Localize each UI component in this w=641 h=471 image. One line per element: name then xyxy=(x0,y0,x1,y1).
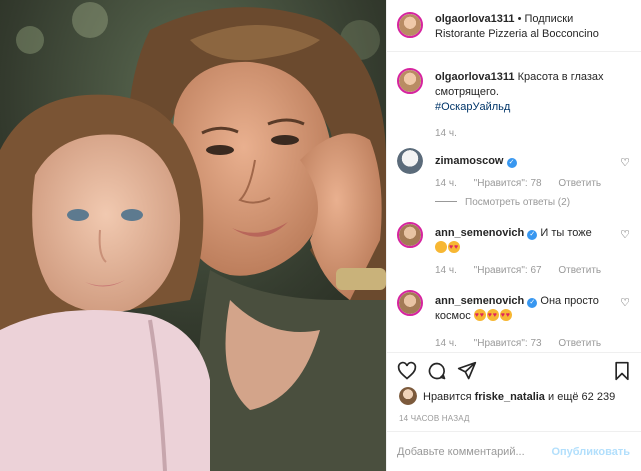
verified-badge-icon: ✓ xyxy=(527,298,538,308)
liker-username[interactable]: friske_natalia xyxy=(475,391,545,403)
bookmark-icon[interactable] xyxy=(612,361,632,381)
comment-avatar[interactable] xyxy=(397,148,423,174)
add-comment-bar: Опубликовать xyxy=(387,431,641,471)
comment-likes[interactable]: "Нравится": 73 xyxy=(474,338,542,349)
caption-avatar[interactable] xyxy=(397,68,423,94)
blushing-emoji-icon xyxy=(435,241,447,253)
comment-username[interactable]: ann_semenovich xyxy=(435,227,524,239)
likes-summary: Нравится friske_natalia и ещё 62 239 xyxy=(387,385,641,409)
comment-username[interactable]: zimamoscow xyxy=(435,155,503,167)
reply-button[interactable]: Ответить xyxy=(558,265,601,276)
reply-button[interactable]: Ответить xyxy=(558,178,601,189)
comment-meta: 14 ч. "Нравится": 78 Ответить xyxy=(435,178,615,189)
comment-like-heart-icon[interactable]: ♡ xyxy=(620,228,630,241)
likes-count[interactable]: и ещё 62 239 xyxy=(548,391,615,403)
post-image xyxy=(0,0,386,471)
action-bar xyxy=(387,352,641,382)
comments-list[interactable]: olgaorlova1311 Красота в глазах смотряще… xyxy=(387,52,641,352)
post-photo[interactable] xyxy=(0,0,386,471)
verified-badge-icon: ✓ xyxy=(527,230,538,240)
reply-button[interactable]: Ответить xyxy=(558,338,601,349)
comment-likes[interactable]: "Нравится": 78 xyxy=(474,178,542,189)
post-timestamp[interactable]: 14 ЧАСОВ НАЗАД xyxy=(399,414,470,423)
post-side-panel: olgaorlova1311 • Подписки Ristorante Piz… xyxy=(386,0,641,471)
comment-text: ann_semenovich ✓ И ты тоже xyxy=(435,226,615,256)
caption-username[interactable]: olgaorlova1311 xyxy=(435,71,515,83)
post-comment-button[interactable]: Опубликовать xyxy=(551,446,630,458)
follow-status[interactable]: Подписки xyxy=(524,13,573,25)
separator-dot: • xyxy=(517,13,522,25)
likes-text: Нравится friske_natalia и ещё 62 239 xyxy=(423,391,615,403)
comment-time[interactable]: 14 ч. xyxy=(435,178,457,189)
caption-hashtag[interactable]: #ОскарУайльд xyxy=(435,101,510,113)
heart-eyes-emoji-icon xyxy=(448,240,460,255)
heart-eyes-emoji-icon xyxy=(486,308,499,323)
comment-avatar[interactable] xyxy=(397,222,423,248)
comment-meta: 14 ч. "Нравится": 67 Ответить xyxy=(435,265,615,276)
comment-likes[interactable]: "Нравится": 67 xyxy=(474,265,542,276)
comment-text: ann_semenovich ✓ Она просто космос xyxy=(435,294,615,324)
author-line: olgaorlova1311 • Подписки xyxy=(435,13,573,25)
author-avatar[interactable] xyxy=(397,12,423,38)
comment-avatar[interactable] xyxy=(397,290,423,316)
comment-body: И ты тоже xyxy=(540,227,592,239)
comment-time[interactable]: 14 ч. xyxy=(435,265,457,276)
share-icon[interactable] xyxy=(457,361,477,381)
comment-text: zimamoscow ✓ xyxy=(435,154,615,169)
verified-badge-icon: ✓ xyxy=(506,158,517,168)
heart-eyes-emoji-icon xyxy=(499,308,512,323)
heart-icon[interactable] xyxy=(397,361,417,381)
view-replies-label: Посмотреть ответы (2) xyxy=(465,197,571,208)
author-username[interactable]: olgaorlova1311 xyxy=(435,13,515,25)
comment-icon[interactable] xyxy=(427,361,447,381)
comment-input[interactable] xyxy=(397,442,567,462)
liker-avatar[interactable] xyxy=(399,387,417,405)
caption-meta: 14 ч. xyxy=(435,128,471,139)
comment-meta: 14 ч. "Нравится": 73 Ответить xyxy=(435,338,615,349)
post-location[interactable]: Ristorante Pizzeria al Bocconcino xyxy=(435,28,599,40)
view-replies-button[interactable]: Посмотреть ответы (2) xyxy=(435,197,570,208)
comment-username[interactable]: ann_semenovich xyxy=(435,295,524,307)
comment-time[interactable]: 14 ч. xyxy=(435,338,457,349)
likes-prefix: Нравится xyxy=(423,391,472,403)
caption-text: olgaorlova1311 Красота в глазах смотряще… xyxy=(435,70,615,115)
comment-like-heart-icon[interactable]: ♡ xyxy=(620,296,630,309)
post-header: olgaorlova1311 • Подписки Ristorante Piz… xyxy=(387,0,641,52)
comment-like-heart-icon[interactable]: ♡ xyxy=(620,156,630,169)
heart-eyes-emoji-icon xyxy=(473,308,486,323)
caption-time[interactable]: 14 ч. xyxy=(435,128,457,139)
